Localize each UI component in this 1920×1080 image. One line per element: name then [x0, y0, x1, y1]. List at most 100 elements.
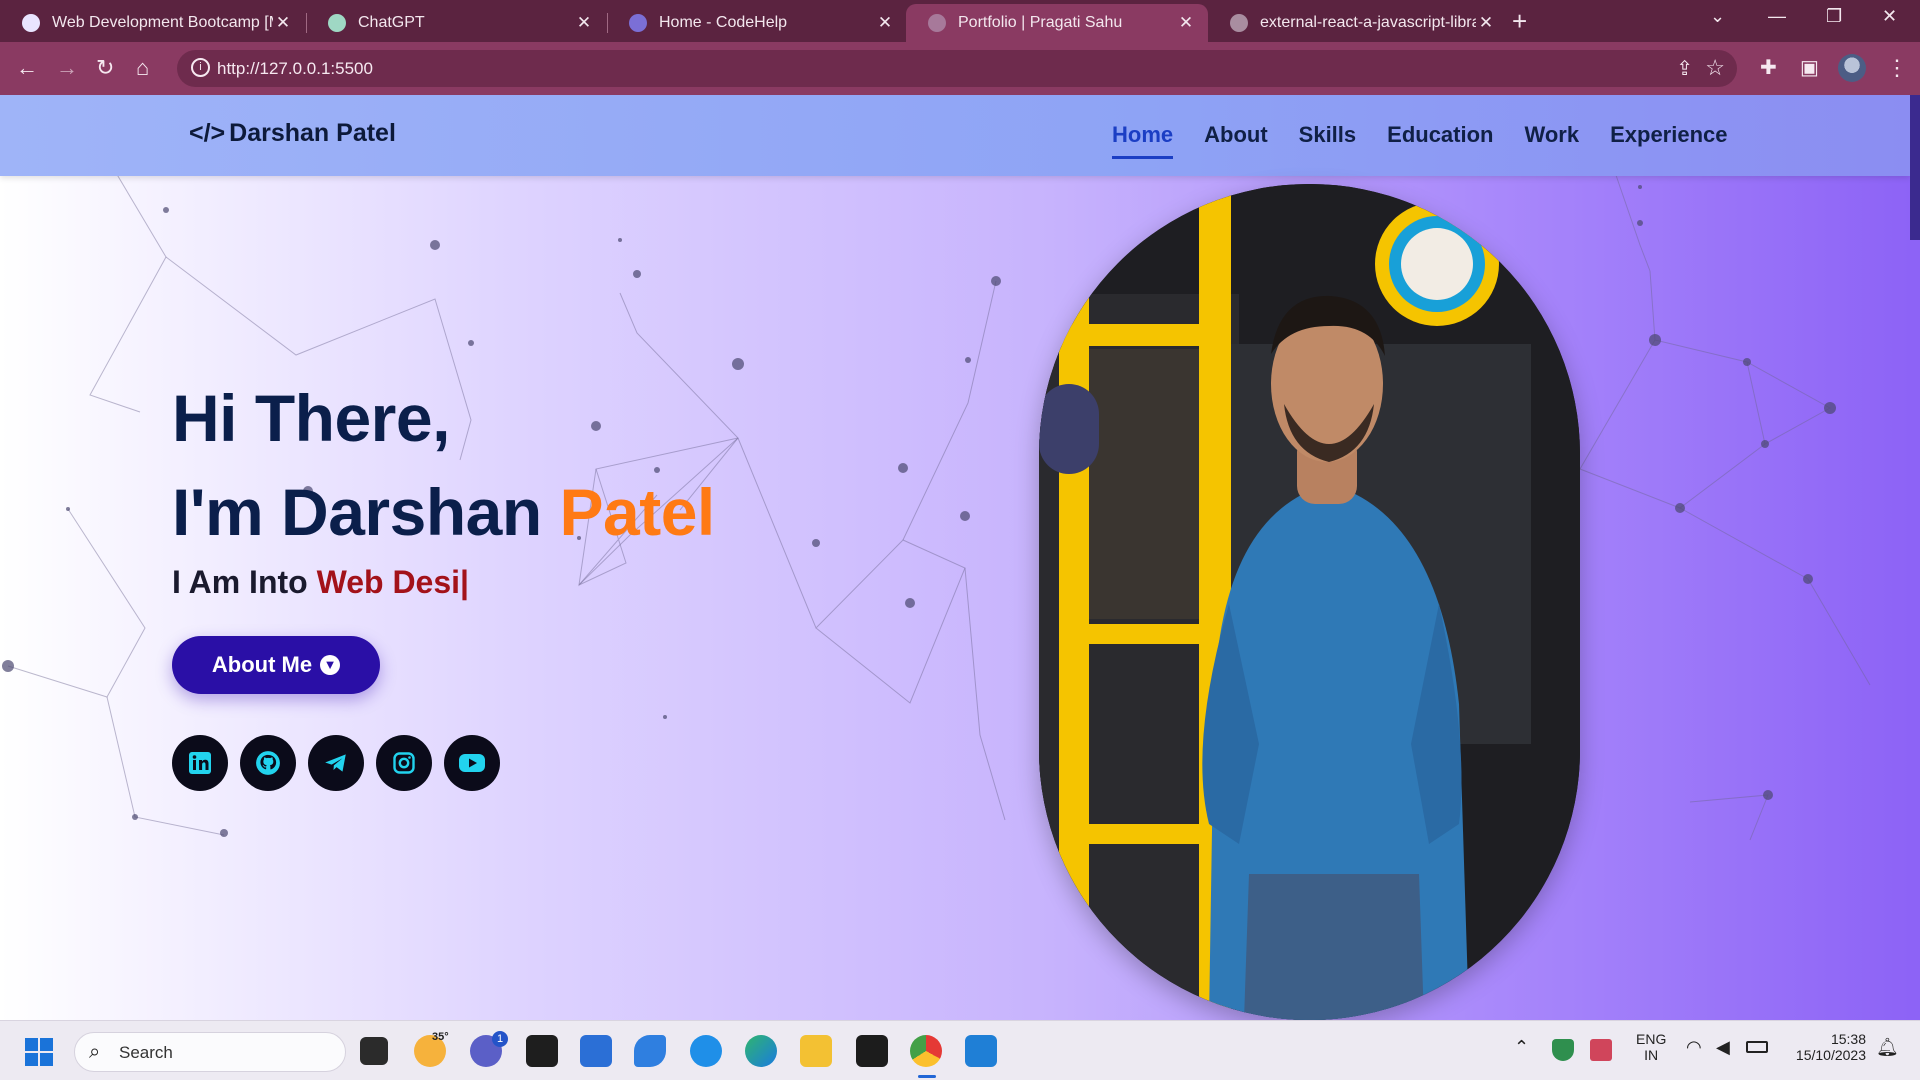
github-icon[interactable] — [240, 735, 296, 791]
clock-date: 15/10/2023 — [1795, 1047, 1866, 1063]
instagram-icon[interactable] — [376, 735, 432, 791]
nav-experience[interactable]: Experience — [1610, 122, 1727, 159]
side-panel-icon[interactable]: ▣ — [1800, 54, 1819, 82]
extensions-puzzle-icon[interactable]: ✚ — [1760, 54, 1777, 82]
page-scrollbar[interactable] — [1910, 95, 1920, 1020]
home-icon[interactable]: ⌂ — [136, 54, 149, 82]
about-me-button[interactable]: About Me ▼ — [172, 636, 380, 694]
reload-icon[interactable]: ↻ — [96, 54, 114, 82]
close-tab-icon[interactable]: ✕ — [574, 13, 594, 33]
close-tab-icon[interactable]: ✕ — [273, 13, 293, 33]
globe-favicon-icon — [1230, 14, 1248, 32]
bookmark-star-icon[interactable]: ☆ — [1705, 55, 1725, 81]
search-icon: ⌕ — [89, 1041, 101, 1063]
linkedin-icon[interactable] — [172, 735, 228, 791]
language-indicator[interactable]: ENG IN — [1636, 1031, 1666, 1063]
region-code: IN — [1644, 1047, 1659, 1063]
codehelp-favicon-icon — [629, 14, 647, 32]
tab-title: external-react-a-javascript-librar — [1260, 14, 1476, 31]
social-links — [172, 735, 512, 791]
site-navbar: </> Darshan Patel Home About Skills Educa… — [0, 95, 1910, 176]
share-icon[interactable]: ⇪ — [1676, 56, 1693, 81]
language-code: ENG — [1636, 1031, 1667, 1047]
profile-avatar[interactable] — [1838, 54, 1866, 82]
back-arrow-icon[interactable]: ← — [16, 54, 38, 82]
file-explorer-icon[interactable] — [800, 1035, 832, 1067]
gmail-icon[interactable] — [1590, 1039, 1612, 1061]
clock[interactable]: 15:38 15/10/2023 — [1786, 1031, 1866, 1063]
tab-chatgpt[interactable]: ChatGPT ✕ — [306, 4, 606, 42]
code-brackets-icon: </> — [189, 119, 226, 147]
microsoft-store-icon[interactable] — [580, 1035, 612, 1067]
close-window-button[interactable]: ✕ — [1882, 6, 1897, 27]
typed-intro: I Am Into Web Desi| — [172, 564, 469, 601]
hero-line-1: Hi There, — [172, 381, 450, 455]
battery-icon[interactable] — [1746, 1041, 1768, 1053]
hero-name-prefix: I'm Darshan — [172, 475, 560, 549]
nav-skills[interactable]: Skills — [1299, 122, 1356, 159]
nav-about[interactable]: About — [1204, 122, 1268, 159]
youtube-icon[interactable] — [444, 735, 500, 791]
tab-title: Home - CodeHelp — [659, 14, 788, 31]
tab-search-chevron-icon[interactable]: ⌄ — [1710, 6, 1725, 27]
tab-title: ChatGPT — [358, 14, 425, 31]
windows-start-icon[interactable] — [24, 1037, 54, 1067]
chevron-up-icon[interactable]: ⌃ — [1514, 1037, 1529, 1058]
wifi-icon[interactable]: ◠ — [1686, 1037, 1702, 1058]
edge-browser-icon[interactable] — [745, 1035, 777, 1067]
chrome-menu-icon[interactable]: ⋮ — [1886, 54, 1908, 82]
forward-arrow-icon[interactable]: → — [56, 54, 78, 82]
security-shield-icon[interactable] — [1552, 1039, 1574, 1061]
address-bar[interactable]: i http://127.0.0.1:5500 ⇪ ☆ — [177, 50, 1737, 87]
sticky-notes-icon[interactable] — [856, 1035, 888, 1067]
active-app-indicator — [918, 1075, 936, 1078]
notification-badge: 1 — [492, 1031, 508, 1047]
new-tab-button[interactable]: + — [1512, 8, 1527, 34]
taskbar-search-box[interactable]: ⌕ Search — [74, 1032, 346, 1072]
hero-name-accent: Patel — [559, 475, 716, 549]
close-tab-icon[interactable]: ✕ — [1476, 13, 1496, 33]
site-info-icon[interactable]: i — [191, 58, 210, 77]
scrollbar-thumb[interactable] — [1910, 95, 1920, 240]
tab-web-dev-bootcamp[interactable]: Web Development Bootcamp [M ✕ — [0, 4, 305, 42]
chatgpt-favicon-icon — [328, 14, 346, 32]
typed-text: Web Desi| — [316, 564, 469, 600]
notification-bell-icon[interactable]: 🔔︎ — [1876, 1037, 1899, 1058]
brand-name: Darshan Patel — [229, 119, 396, 147]
chrome-icon[interactable] — [910, 1035, 942, 1067]
tab-external-react[interactable]: external-react-a-javascript-librar ✕ — [1208, 4, 1508, 42]
tab-title: Portfolio | Pragati Sahu — [958, 14, 1123, 31]
typed-prefix: I Am Into — [172, 564, 317, 600]
windows-taskbar: ⌕ Search 35° 1 ⌃ ENG IN ◠ ◀ 15:38 15/10/… — [0, 1020, 1920, 1080]
about-me-label: About Me — [211, 652, 313, 677]
tab-title: Web Development Bootcamp [M — [52, 14, 273, 31]
clock-time: 15:38 — [1830, 1031, 1866, 1047]
brand-logo[interactable]: </> Darshan Patel — [189, 119, 396, 148]
telegram-icon[interactable] — [308, 735, 364, 791]
browser-tab-bar: Web Development Bootcamp [M ✕ ChatGPT ✕ … — [0, 0, 1920, 42]
task-view-icon[interactable] — [360, 1037, 388, 1065]
restore-button[interactable]: ❐ — [1826, 6, 1842, 27]
minimize-button[interactable]: — — [1768, 6, 1786, 27]
globe-favicon-icon — [928, 14, 946, 32]
hero-line-2: I'm Darshan Patel — [172, 465, 715, 559]
nav-home[interactable]: Home — [1112, 122, 1174, 159]
tab-portfolio[interactable]: Portfolio | Pragati Sahu ✕ — [906, 4, 1208, 42]
search-label: Search — [119, 1043, 173, 1062]
arrow-down-circle-icon: ▼ — [320, 655, 341, 675]
browser-toolbar: ← → ↻ ⌂ i http://127.0.0.1:5500 ⇪ ☆ ✚ ▣ … — [0, 42, 1920, 95]
volume-icon[interactable]: ◀ — [1716, 1037, 1730, 1058]
close-tab-icon[interactable]: ✕ — [1176, 13, 1196, 33]
nav-work[interactable]: Work — [1524, 122, 1579, 159]
codehelp-favicon-icon — [22, 14, 40, 32]
nav-education[interactable]: Education — [1387, 122, 1493, 159]
figma-icon[interactable] — [526, 1035, 558, 1067]
weather-temp: 35° — [432, 1031, 449, 1043]
vscode-icon[interactable] — [965, 1035, 997, 1067]
portfolio-page: </> Darshan Patel Home About Skills Educa… — [0, 95, 1910, 1020]
url-text[interactable]: http://127.0.0.1:5500 — [217, 59, 373, 79]
tab-codehelp[interactable]: Home - CodeHelp ✕ — [607, 4, 907, 42]
close-tab-icon[interactable]: ✕ — [875, 13, 895, 33]
todo-check-icon[interactable] — [634, 1035, 666, 1067]
safari-compass-icon[interactable] — [690, 1035, 722, 1067]
